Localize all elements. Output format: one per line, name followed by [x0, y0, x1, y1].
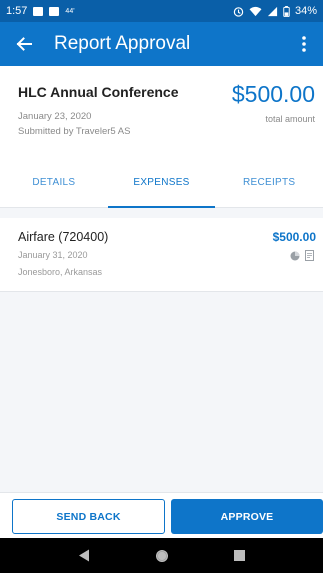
- status-time: 1:57: [6, 5, 28, 17]
- system-nav-bar: [0, 538, 323, 573]
- expense-name: Airfare (720400): [18, 230, 109, 244]
- page-title: Report Approval: [54, 33, 191, 54]
- nav-back-icon[interactable]: [78, 549, 90, 562]
- tab-receipts[interactable]: RECEIPTS: [215, 158, 323, 207]
- expense-date: January 31, 2020: [18, 250, 88, 260]
- action-bar: SEND BACK APPROVE: [0, 492, 323, 538]
- signal-icon: [267, 6, 278, 16]
- expense-location: Jonesboro, Arkansas: [18, 267, 103, 277]
- tab-bar: DETAILS EXPENSES RECEIPTS: [0, 158, 323, 208]
- calendar-notification-icon: [49, 6, 60, 16]
- tab-details[interactable]: DETAILS: [0, 158, 108, 207]
- battery-percent: 34%: [294, 5, 317, 17]
- arrow-left-icon[interactable]: [12, 32, 36, 56]
- more-vertical-icon[interactable]: [295, 32, 313, 56]
- alarm-icon: [233, 6, 244, 17]
- status-small-label: 44': [65, 7, 75, 15]
- pie-chart-icon: [290, 251, 300, 260]
- report-name: HLC Annual Conference: [18, 84, 179, 100]
- expense-icons: [290, 250, 314, 261]
- send-back-button[interactable]: SEND BACK: [12, 499, 165, 534]
- report-date: January 23, 2020: [18, 111, 92, 122]
- receipt-icon: [305, 250, 314, 261]
- report-total-amount: $500.00: [231, 81, 315, 107]
- approve-button[interactable]: APPROVE: [171, 499, 323, 534]
- status-bar: 1:57 44' 34%: [0, 0, 323, 22]
- list-spacer: [0, 208, 323, 218]
- report-summary: HLC Annual Conference January 23, 2020 S…: [0, 66, 323, 158]
- nav-home-icon[interactable]: [155, 549, 169, 563]
- app-bar: Report Approval: [0, 22, 323, 66]
- nav-recents-icon[interactable]: [234, 550, 246, 561]
- expense-row[interactable]: Airfare (720400) January 31, 2020 Jonesb…: [0, 218, 323, 292]
- total-amount-label: total amount: [265, 114, 315, 124]
- report-submitted-by: Submitted by Traveler5 AS: [18, 126, 131, 137]
- battery-icon: [283, 5, 290, 17]
- wifi-icon: [249, 6, 262, 16]
- tab-expenses[interactable]: EXPENSES: [107, 158, 216, 208]
- expense-amount: $500.00: [272, 230, 316, 244]
- photo-notification-icon: [33, 6, 44, 16]
